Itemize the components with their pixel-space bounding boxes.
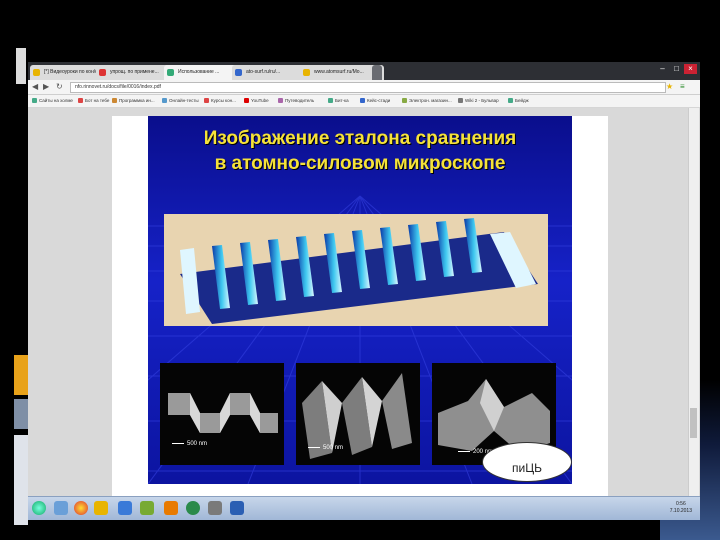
- tab-favicon: [303, 69, 310, 76]
- word-icon[interactable]: [230, 501, 244, 515]
- close-window-icon[interactable]: ×: [684, 64, 697, 74]
- slide-image: Изображение эталона сравнения в атомно-с…: [148, 116, 572, 484]
- app-icon[interactable]: [208, 501, 222, 515]
- bookmark-4[interactable]: Курсы кон...: [204, 95, 236, 107]
- tab-favicon: [33, 69, 40, 76]
- maximize-icon[interactable]: □: [670, 64, 683, 74]
- start-icon[interactable]: [32, 501, 46, 515]
- bookmark-2[interactable]: Программка ин...: [112, 95, 155, 107]
- scale-bar-2: 500 nm: [308, 445, 343, 451]
- afm-3d-render: [164, 214, 548, 326]
- bookmark-1[interactable]: Бот на тебе: [78, 95, 109, 107]
- app-icon[interactable]: [118, 501, 132, 515]
- app-icon[interactable]: [140, 501, 154, 515]
- tab-bar: [*] Видеоуроки по кон/ф × упрощ. по прим…: [28, 62, 700, 80]
- address-bar: ◀ ▶ ↻ nfo.rinnovet.ru/docs/file/0016/ind…: [28, 80, 700, 95]
- scale-bar-1: 500 nm: [172, 441, 207, 447]
- menu-icon[interactable]: ≡: [680, 82, 685, 92]
- slide-title-mark: [16, 48, 26, 84]
- torrent-icon[interactable]: [186, 501, 200, 515]
- chrome-icon[interactable]: [74, 501, 88, 515]
- bookmark-8[interactable]: Кейс-стади: [360, 95, 390, 107]
- slide-title: Изображение эталона сравнения в атомно-с…: [148, 126, 572, 176]
- reload-icon[interactable]: ↻: [56, 82, 63, 92]
- callout-text: пиЦЬ: [512, 461, 542, 475]
- url-input[interactable]: nfo.rinnovet.ru/docs/file/0016/index.pdf: [70, 82, 666, 93]
- tab-favicon: [167, 69, 174, 76]
- scrollbar[interactable]: [688, 108, 699, 496]
- browser-window: [*] Видеоуроки по кон/ф × упрощ. по прим…: [28, 62, 700, 520]
- slide-accent-bars: [14, 355, 28, 525]
- slide-title-line-2: в атомно-силовом микроскопе: [214, 153, 506, 174]
- bookmarks-bar: Сайты на холме Бот на тебе Программка ин…: [28, 95, 700, 108]
- odnoklassniki-icon[interactable]: [164, 501, 178, 515]
- sem-image-1-svg: [160, 363, 284, 465]
- tab-label: ato-surf.ru/ru/...: [246, 69, 281, 75]
- sem-image-2: 500 nm: [296, 363, 420, 465]
- minimize-icon[interactable]: –: [656, 64, 669, 74]
- bookmark-3[interactable]: Онлайн-тесты: [162, 95, 199, 107]
- clock-time: 0:56: [676, 501, 686, 507]
- new-tab-button[interactable]: [372, 65, 382, 80]
- folder-icon[interactable]: [94, 501, 108, 515]
- afm-grating-svg: [180, 218, 538, 324]
- bookmark-0[interactable]: Сайты на холме: [32, 95, 73, 107]
- tab-favicon: [235, 69, 242, 76]
- star-icon[interactable]: ★: [666, 82, 673, 92]
- tab-label: www.atomsurf.ru/Mo...: [314, 69, 364, 75]
- bookmark-9[interactable]: Электрон. магазин...: [402, 95, 452, 107]
- forward-icon[interactable]: ▶: [43, 82, 49, 92]
- tab-label: Использование ...: [178, 69, 220, 75]
- tab-favicon: [99, 69, 106, 76]
- bookmark-5[interactable]: YouTube: [244, 95, 269, 107]
- callout-oval: пиЦЬ: [482, 442, 572, 482]
- taskbar-clock[interactable]: 0:56 7.10.2013: [670, 501, 692, 515]
- scrollbar-thumb[interactable]: [690, 408, 697, 438]
- bookmark-11[interactable]: Бейдж: [508, 95, 529, 107]
- clock-date: 7.10.2013: [669, 508, 692, 514]
- explorer-icon[interactable]: [54, 501, 68, 515]
- bookmark-10[interactable]: Wiki 2 - Бульвар: [458, 95, 499, 107]
- bookmark-6[interactable]: Путеводитель: [278, 95, 314, 107]
- tab-label: [*] Видеоуроки по кон/ф: [44, 69, 100, 75]
- slide-title-line-1: Изображение эталона сравнения: [203, 128, 517, 149]
- sem-image-1: 500 nm: [160, 363, 284, 465]
- bookmark-7[interactable]: Бит-ка: [328, 95, 349, 107]
- back-icon[interactable]: ◀: [32, 82, 38, 92]
- taskbar: 0:56 7.10.2013: [28, 496, 700, 520]
- tab-label: упрощ. по примене...: [110, 69, 159, 75]
